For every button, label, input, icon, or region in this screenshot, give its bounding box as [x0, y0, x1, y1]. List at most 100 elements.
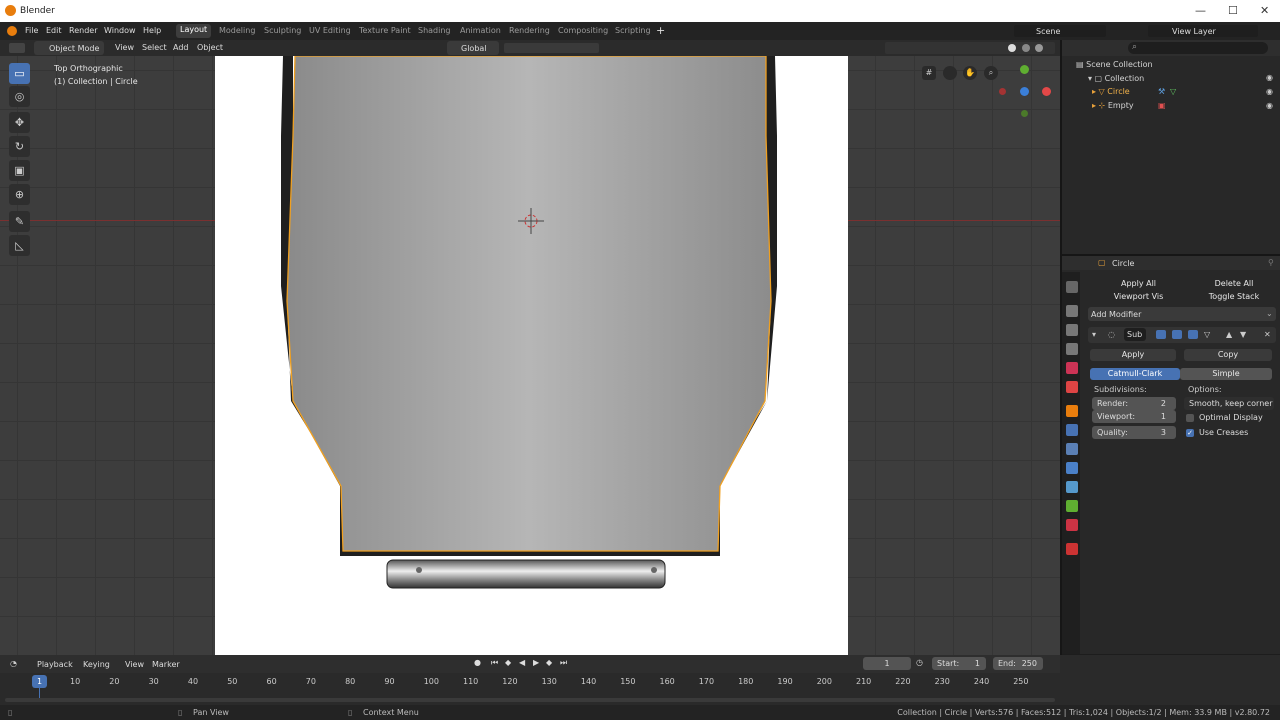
outliner-search-input[interactable]: ⌕: [1128, 42, 1268, 54]
circle-visibility-eye-icon[interactable]: ◉: [1266, 87, 1273, 96]
menu-file[interactable]: File: [25, 26, 38, 35]
minimize-button[interactable]: —: [1195, 4, 1206, 17]
scene-selector[interactable]: Scene: [1014, 25, 1106, 37]
viewport-levels-field[interactable]: Viewport: 1: [1092, 410, 1176, 423]
menu-select[interactable]: Select: [142, 43, 167, 52]
jump-end-icon[interactable]: ⏭: [560, 658, 567, 668]
pin-icon[interactable]: ⚲: [1268, 258, 1274, 267]
next-keyframe-icon[interactable]: ◆: [546, 658, 552, 667]
timeline-scrollbar[interactable]: [5, 698, 1055, 702]
move-up-icon[interactable]: ▲: [1226, 330, 1232, 339]
circle-mesh-outline[interactable]: [286, 56, 772, 552]
outliner-item-circle[interactable]: ▸ ▽ Circle ⚒ ▽: [1092, 87, 1178, 98]
menu-object[interactable]: Object: [197, 43, 223, 52]
select-box-tool[interactable]: ▭: [9, 63, 30, 84]
cage-toggle-icon[interactable]: ▽: [1204, 330, 1210, 339]
menu-render[interactable]: Render: [69, 26, 97, 35]
add-modifier-dropdown[interactable]: Add Modifier ⌄: [1088, 307, 1276, 321]
playhead-marker[interactable]: 1: [32, 675, 47, 688]
tab-sculpting[interactable]: Sculpting: [264, 26, 301, 35]
grid-toggle-icon[interactable]: #: [922, 66, 936, 80]
outliner-collection[interactable]: ▾ ▢ Collection: [1088, 74, 1144, 83]
tab-texture-paint[interactable]: Texture Paint: [359, 26, 411, 35]
tab-modeling[interactable]: Modeling: [219, 26, 255, 35]
delete-all-button[interactable]: Delete All: [1202, 278, 1266, 290]
apply-modifier-button[interactable]: Apply: [1090, 349, 1176, 361]
snapping-controls[interactable]: [504, 43, 599, 53]
quality-field[interactable]: Quality: 3: [1092, 426, 1176, 439]
view-layer-tab-icon[interactable]: [1066, 343, 1078, 355]
material-tab-icon[interactable]: [1066, 519, 1078, 531]
remove-modifier-icon[interactable]: ✕: [1264, 330, 1271, 339]
close-button[interactable]: ✕: [1260, 4, 1269, 17]
outliner-item-empty[interactable]: ▸ ⊹ Empty ▣: [1092, 101, 1166, 110]
collection-visibility-eye-icon[interactable]: ◉: [1266, 73, 1273, 82]
toggle-stack-button[interactable]: Toggle Stack: [1202, 291, 1266, 303]
menu-playback[interactable]: Playback: [37, 660, 73, 669]
output-tab-icon[interactable]: [1066, 324, 1078, 336]
world-tab-icon[interactable]: [1066, 381, 1078, 393]
menu-help[interactable]: Help: [143, 26, 161, 35]
menu-window[interactable]: Window: [104, 26, 136, 35]
uv-smooth-dropdown[interactable]: Smooth, keep corner: [1184, 397, 1274, 410]
measure-tool[interactable]: ◺: [9, 235, 30, 256]
viewport-toggle-icon[interactable]: [1172, 330, 1182, 339]
zoom-icon[interactable]: ⌕: [984, 66, 998, 80]
gizmo-neg-y-axis-icon[interactable]: [1021, 110, 1028, 117]
current-frame-field[interactable]: 1: [863, 657, 911, 670]
menu-marker[interactable]: Marker: [152, 660, 180, 669]
scene-tab-icon[interactable]: [1066, 362, 1078, 374]
tab-compositing[interactable]: Compositing: [558, 26, 608, 35]
orientation-dropdown[interactable]: Global: [447, 41, 499, 55]
outliner-scene-collection[interactable]: ▤ Scene Collection: [1076, 60, 1153, 69]
record-icon[interactable]: ●: [474, 658, 481, 667]
mode-dropdown[interactable]: Object Mode: [34, 41, 104, 55]
constraints-tab-icon[interactable]: [1066, 481, 1078, 493]
gizmo-neg-x-axis-icon[interactable]: [999, 88, 1006, 95]
menu-add[interactable]: Add: [173, 43, 189, 52]
maximize-button[interactable]: ☐: [1228, 4, 1238, 17]
viewport-shading-controls[interactable]: [885, 42, 1055, 54]
render-tab-icon[interactable]: [1066, 305, 1078, 317]
play-icon[interactable]: ▶: [533, 658, 539, 667]
blender-menu-icon[interactable]: [7, 26, 17, 36]
menu-view[interactable]: View: [125, 660, 144, 669]
empty-visibility-eye-icon[interactable]: ◉: [1266, 101, 1273, 110]
add-workspace-button[interactable]: +: [656, 24, 665, 37]
selected-object[interactable]: [215, 56, 848, 655]
move-down-icon[interactable]: ▼: [1240, 330, 1246, 339]
simple-button[interactable]: Simple: [1180, 368, 1272, 380]
copy-modifier-button[interactable]: Copy: [1184, 349, 1272, 361]
end-frame-field[interactable]: End: 250: [993, 657, 1043, 670]
tool-tab-icon[interactable]: [1066, 281, 1078, 293]
play-reverse-icon[interactable]: ◀: [519, 658, 525, 667]
solid-shading-icon[interactable]: [1008, 44, 1016, 52]
render-toggle-icon[interactable]: [1156, 330, 1166, 339]
texture-tab-icon[interactable]: [1066, 543, 1078, 555]
modifier-name-input[interactable]: Sub: [1124, 328, 1146, 341]
gizmo-z-axis-icon[interactable]: [1020, 87, 1029, 96]
jump-start-icon[interactable]: ⏮: [491, 658, 498, 668]
pan-hand-icon[interactable]: ✋: [963, 66, 977, 80]
camera-view-icon[interactable]: [943, 66, 957, 80]
tab-scripting[interactable]: Scripting: [615, 26, 651, 35]
scale-tool[interactable]: ▣: [9, 160, 30, 181]
rotate-tool[interactable]: ↻: [9, 136, 30, 157]
physics-tab-icon[interactable]: [1066, 462, 1078, 474]
editor-type-icon[interactable]: [9, 43, 25, 53]
editor-type-icon[interactable]: ◔: [10, 659, 17, 668]
cursor-tool[interactable]: ◎: [9, 86, 30, 107]
menu-view[interactable]: View: [115, 43, 134, 52]
tab-layout[interactable]: Layout: [176, 24, 212, 38]
view-layer-selector[interactable]: View Layer: [1148, 25, 1258, 37]
object-tab-icon[interactable]: [1066, 405, 1078, 417]
start-frame-field[interactable]: Start: 1: [932, 657, 986, 670]
editmode-toggle-icon[interactable]: [1188, 330, 1198, 339]
tab-rendering[interactable]: Rendering: [509, 26, 550, 35]
rendered-shading-icon[interactable]: [1035, 44, 1043, 52]
gizmo-x-axis-icon[interactable]: [1042, 87, 1051, 96]
catmull-clark-button[interactable]: Catmull-Clark: [1090, 368, 1180, 380]
transform-tool[interactable]: ⊕: [9, 184, 30, 205]
modifier-wrench-tab-icon[interactable]: [1066, 424, 1078, 436]
particles-tab-icon[interactable]: [1066, 443, 1078, 455]
